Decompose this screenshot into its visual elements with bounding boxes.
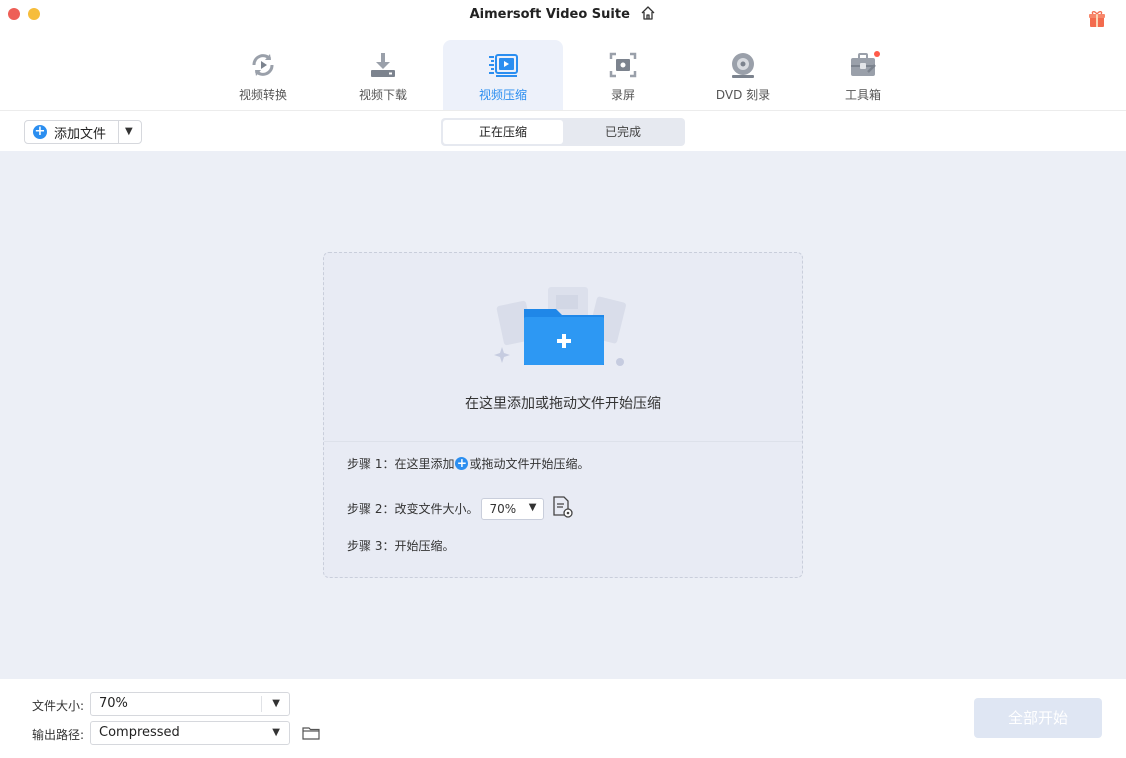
nav-label: 录屏 — [610, 88, 635, 102]
output-path-value: Compressed — [99, 725, 180, 740]
step-size-select[interactable]: 70% ▼ — [481, 497, 545, 520]
step-3-label: 步骤 3：开始压缩。 — [347, 539, 455, 553]
nav-toolbox[interactable]: 工具箱 — [803, 40, 923, 110]
chevron-down-icon: ▼ — [272, 727, 280, 738]
button-divider — [118, 121, 119, 143]
nav-dvd-burn[interactable]: DVD 刻录 — [683, 40, 803, 110]
nav-video-download[interactable]: 视频下载 — [323, 40, 443, 110]
nav-label: DVD 刻录 — [715, 88, 771, 102]
tab-completed[interactable]: 已完成 — [563, 120, 683, 144]
nav-screen-record[interactable]: 录屏 — [563, 40, 683, 110]
add-file-dropdown-chevron-icon[interactable]: ▼ — [125, 126, 133, 137]
file-size-select[interactable]: 70% ▼ — [90, 692, 290, 716]
folder-icon[interactable] — [302, 726, 320, 744]
nav-label: 视频压缩 — [478, 88, 527, 102]
step-3: 步骤 3：开始压缩。 — [347, 537, 454, 554]
nav-label: 工具箱 — [844, 88, 881, 102]
step-size-value: 70% — [489, 501, 517, 516]
output-path-label: 输出路径: — [31, 728, 84, 742]
add-icon: + — [33, 124, 47, 139]
step-1: 步骤 1：在这里添加 + 或拖动文件开始压缩。 — [347, 455, 589, 472]
convert-icon — [246, 50, 280, 80]
app-title-text: Aimersoft Video Suite — [469, 7, 630, 22]
compress-icon — [486, 50, 520, 80]
step-2: 步骤 2：改变文件大小。 70% ▼ — [347, 495, 574, 522]
notification-badge — [874, 51, 880, 57]
step-2-label: 步骤 2：改变文件大小。 — [347, 502, 479, 516]
nav-divider — [0, 110, 1126, 111]
chevron-down-icon: ▼ — [272, 698, 280, 709]
main-nav: 视频转换 视频下载 视频压缩 录屏 DVD 刻录 工具箱 — [203, 40, 923, 110]
tab-compressing[interactable]: 正在压缩 — [443, 120, 563, 144]
download-icon — [366, 50, 400, 80]
disc-icon — [726, 50, 760, 80]
add-file-label: 添加文件 — [54, 126, 107, 142]
status-tabs: 正在压缩 已完成 — [441, 118, 685, 146]
add-folder-illustration[interactable] — [494, 285, 634, 379]
nav-video-compress[interactable]: 视频压缩 — [443, 40, 563, 110]
nav-video-convert[interactable]: 视频转换 — [203, 40, 323, 110]
add-icon[interactable]: + — [455, 457, 469, 470]
file-size-label: 文件大小: — [31, 699, 84, 713]
file-settings-icon[interactable] — [552, 495, 574, 522]
drop-hint-text: 在这里添加或拖动文件开始压缩 — [465, 396, 661, 412]
screen-record-icon — [606, 50, 640, 80]
title-bar: Aimersoft Video Suite — [0, 0, 1126, 28]
field-divider — [261, 696, 262, 712]
drop-zone-divider — [324, 441, 802, 442]
nav-label: 视频下载 — [358, 88, 407, 102]
home-icon[interactable] — [640, 5, 656, 25]
step-1-suffix: 或拖动文件开始压缩。 — [469, 457, 590, 471]
add-file-button[interactable]: + 添加文件 ▼ — [24, 120, 142, 144]
app-title: Aimersoft Video Suite — [0, 5, 1126, 25]
output-path-select[interactable]: Compressed ▼ — [90, 721, 290, 745]
nav-label: 视频转换 — [238, 88, 287, 102]
file-list-area[interactable]: 在这里添加或拖动文件开始压缩 步骤 1：在这里添加 + 或拖动文件开始压缩。 步… — [0, 151, 1126, 679]
chevron-down-icon: ▼ — [528, 501, 537, 513]
file-size-value: 70% — [99, 696, 128, 711]
step-1-prefix: 步骤 1：在这里添加 — [347, 457, 455, 471]
gift-icon[interactable] — [1088, 10, 1106, 32]
drop-zone[interactable]: 在这里添加或拖动文件开始压缩 步骤 1：在这里添加 + 或拖动文件开始压缩。 步… — [323, 252, 803, 578]
start-all-button[interactable]: 全部开始 — [974, 698, 1102, 738]
